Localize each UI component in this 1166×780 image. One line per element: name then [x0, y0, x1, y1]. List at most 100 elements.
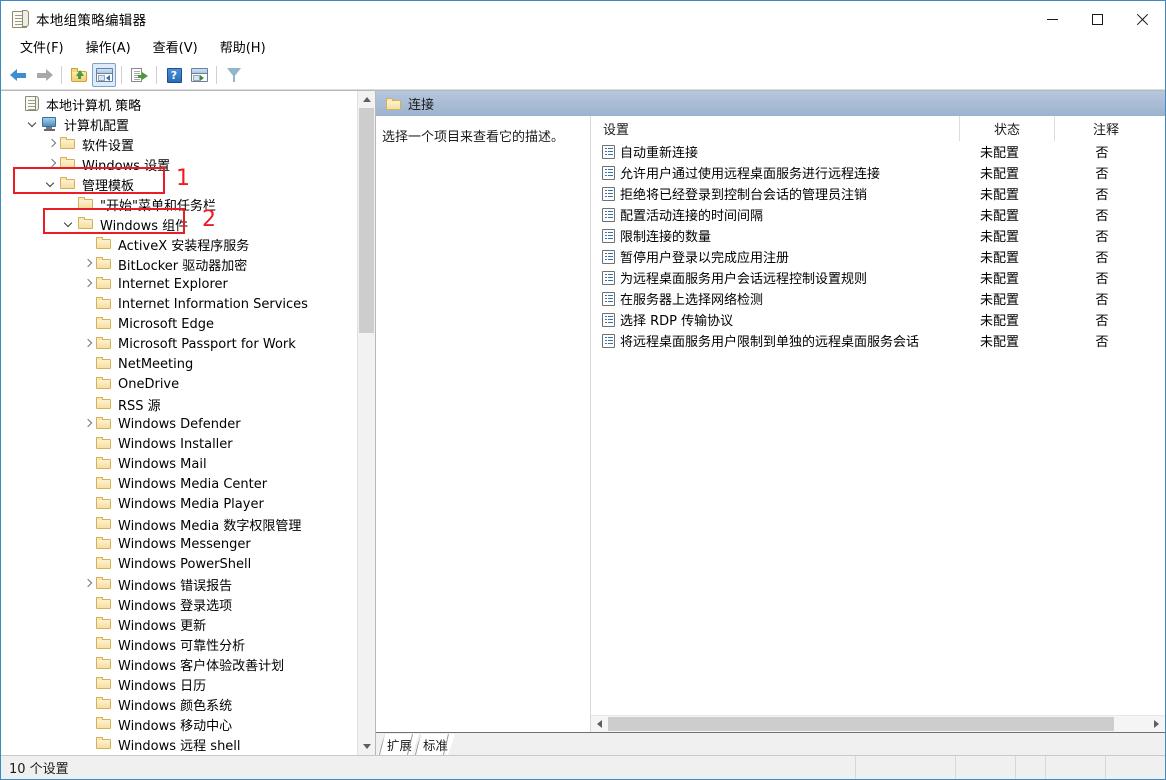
tree-node[interactable]: "开始"菜单和任务栏 — [1, 194, 357, 214]
settings-horizontal-scrollbar[interactable] — [591, 715, 1165, 732]
tree-node[interactable]: 管理模板 — [1, 174, 357, 194]
tree-node[interactable]: Windows 设置 — [1, 154, 357, 174]
table-row[interactable]: 选择 RDP 传输协议 未配置 否 — [591, 309, 1165, 330]
show-hide-tree-button[interactable] — [92, 63, 116, 87]
menu-help[interactable]: 帮助(H) — [209, 38, 277, 60]
tree-node[interactable]: Windows Media 数字权限管理 — [1, 514, 357, 534]
tree-node-spacer — [79, 714, 95, 734]
tree-node[interactable]: Windows 远程 shell — [1, 734, 357, 754]
menu-action[interactable]: 操作(A) — [75, 38, 142, 60]
tree-node[interactable]: Microsoft Passport for Work — [1, 334, 357, 354]
chevron-right-icon[interactable] — [43, 134, 59, 154]
chevron-down-icon[interactable] — [25, 114, 41, 134]
tree-scroll-thumb[interactable] — [359, 108, 374, 333]
column-header-comment[interactable]: 注释 — [1055, 116, 1165, 141]
tree-node-label: Windows Defender — [118, 416, 241, 432]
tree-node[interactable]: ActiveX 安装程序服务 — [1, 234, 357, 254]
export-list-button[interactable] — [127, 63, 151, 87]
tree-vertical-scrollbar[interactable] — [357, 91, 375, 755]
folder-up-button[interactable] — [67, 63, 91, 87]
tree-node[interactable]: Internet Information Services — [1, 294, 357, 314]
cell-comment: 否 — [1095, 272, 1109, 287]
properties-button[interactable] — [187, 63, 211, 87]
settings-rows[interactable]: 自动重新连接 未配置否允许用户通过使用远程桌面服务进行远程连接 未配置否拒绝将已经登… — [591, 141, 1165, 715]
tree-node[interactable]: Windows PowerShell — [1, 554, 357, 574]
hscroll-right-button[interactable] — [1148, 716, 1165, 732]
table-row[interactable]: 将远程桌面服务用户限制到单独的远程桌面服务会话 未配置 否 — [591, 330, 1165, 351]
chevron-right-icon[interactable] — [79, 414, 95, 434]
tree-node[interactable]: Windows 错误报告 — [1, 574, 357, 594]
chevron-down-icon[interactable] — [61, 214, 77, 234]
menu-file[interactable]: 文件(F) — [9, 38, 75, 60]
tree-node[interactable]: Windows 客户体验改善计划 — [1, 654, 357, 674]
tree-node[interactable]: Internet Explorer — [1, 274, 357, 294]
table-row[interactable]: 暂停用户登录以完成应用注册 未配置 否 — [591, 246, 1165, 267]
chevron-right-icon[interactable] — [79, 274, 95, 294]
tree-node[interactable]: Windows 颜色系统 — [1, 694, 357, 714]
hscroll-track[interactable] — [608, 716, 1148, 732]
tree-node[interactable]: Windows 移动中心 — [1, 714, 357, 734]
back-button[interactable] — [7, 63, 31, 87]
console-tree[interactable]: 本地计算机 策略计算机配置 软件设置 Windows 设置 管理模板 "开始"菜单和任务… — [1, 91, 357, 755]
tree-node[interactable]: 本地计算机 策略 — [1, 94, 357, 114]
minimize-button[interactable] — [1030, 1, 1075, 37]
tree-node[interactable]: Windows Mail — [1, 454, 357, 474]
tree-scroll-up-button[interactable] — [358, 91, 375, 108]
tree-node-spacer — [79, 294, 95, 314]
tree-scroll-track[interactable] — [358, 108, 375, 738]
chevron-right-icon[interactable] — [79, 254, 95, 274]
help-button[interactable]: ? — [162, 63, 186, 87]
tree-node-label: Windows 错误报告 — [118, 578, 233, 594]
forward-button[interactable] — [32, 63, 56, 87]
chevron-down-icon[interactable] — [43, 174, 59, 194]
hscroll-left-button[interactable] — [591, 716, 608, 732]
tree-node[interactable]: Windows Defender — [1, 414, 357, 434]
tab-extended[interactable]: 扩展 — [378, 734, 419, 755]
tree-node[interactable]: Windows 更新 — [1, 614, 357, 634]
tree-scroll-down-button[interactable] — [358, 738, 375, 755]
menu-view[interactable]: 查看(V) — [142, 38, 209, 60]
cell-setting: 暂停用户登录以完成应用注册 — [591, 247, 952, 266]
table-row[interactable]: 允许用户通过使用远程桌面服务进行远程连接 未配置 否 — [591, 162, 1165, 183]
hscroll-thumb[interactable] — [608, 717, 1114, 731]
tree-node-label: 计算机配置 — [64, 118, 130, 134]
tree-node[interactable]: BitLocker 驱动器加密 — [1, 254, 357, 274]
chevron-right-icon[interactable] — [79, 334, 95, 354]
tree-node[interactable]: RSS 源 — [1, 394, 357, 414]
tree-node[interactable]: Windows 日历 — [1, 674, 357, 694]
table-row[interactable]: 限制连接的数量 未配置 否 — [591, 225, 1165, 246]
chevron-right-icon[interactable] — [79, 574, 95, 594]
toolbar: ? — [1, 61, 1165, 90]
tree-node[interactable]: NetMeeting — [1, 354, 357, 374]
table-row[interactable]: 拒绝将已经登录到控制台会话的管理员注销 未配置 否 — [591, 183, 1165, 204]
folder-icon — [95, 536, 113, 552]
tree-node[interactable]: Windows 登录选项 — [1, 594, 357, 614]
close-button[interactable] — [1120, 1, 1165, 37]
tree-node[interactable]: Windows Media Center — [1, 474, 357, 494]
tree-node[interactable]: Windows Messenger — [1, 534, 357, 554]
show-hide-tree-icon — [95, 68, 113, 82]
maximize-button[interactable] — [1075, 1, 1120, 37]
table-row[interactable]: 配置活动连接的时间间隔 未配置 否 — [591, 204, 1165, 225]
chevron-right-icon[interactable] — [43, 154, 59, 174]
table-row[interactable]: 在服务器上选择网络检测 未配置 否 — [591, 288, 1165, 309]
tree-node[interactable]: 计算机配置 — [1, 114, 357, 134]
tree-node[interactable]: Windows Installer — [1, 434, 357, 454]
tree-node[interactable]: OneDrive — [1, 374, 357, 394]
tab-standard[interactable]: 标准 — [414, 734, 455, 755]
column-header-setting[interactable]: 设置 — [591, 116, 960, 141]
filter-button[interactable] — [222, 63, 246, 87]
tree-node[interactable]: Microsoft Edge — [1, 314, 357, 334]
table-row[interactable]: 为远程桌面服务用户会话远程控制设置规则 未配置 否 — [591, 267, 1165, 288]
tree-node[interactable]: Windows 可靠性分析 — [1, 634, 357, 654]
tree-node[interactable]: 软件设置 — [1, 134, 357, 154]
table-row[interactable]: 自动重新连接 未配置 否 — [591, 141, 1165, 162]
tree-node-label: Windows Messenger — [118, 536, 251, 552]
setting-name: 自动重新连接 — [620, 146, 699, 161]
folder-icon — [95, 416, 113, 432]
tree-node[interactable]: Windows 组件 — [1, 214, 357, 234]
folder-icon — [95, 236, 113, 252]
tree-node[interactable]: Windows Media Player — [1, 494, 357, 514]
tree-node[interactable]: Windows 远程管理(WinRM) — [1, 754, 357, 755]
column-header-state[interactable]: 状态 — [960, 116, 1055, 141]
